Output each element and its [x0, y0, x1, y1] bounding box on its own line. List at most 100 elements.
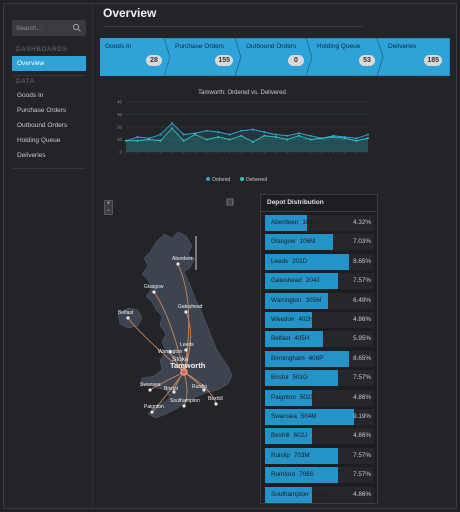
depot-row[interactable]: Aberdeen 101C 4.32% [265, 215, 374, 231]
city-marker-bexhill[interactable] [214, 402, 218, 406]
chart-point-delivered[interactable] [367, 137, 369, 140]
city-marker-belfast[interactable] [126, 316, 130, 320]
kpi-goods-in[interactable]: Goods In 28 [100, 38, 170, 76]
depot-row-code: 402H [298, 316, 314, 323]
kpi-holding-queue[interactable]: Holding Queue 53 [312, 38, 383, 76]
sidebar-item-overview[interactable]: Overview [12, 56, 86, 71]
chart-point-delivered[interactable] [148, 138, 151, 141]
city-marker-gateshead[interactable] [184, 310, 188, 314]
chart-point-ordered[interactable] [274, 133, 277, 136]
depot-row-name: Warrington [271, 296, 302, 304]
sidebar-divider [12, 168, 86, 169]
chart-point-delivered[interactable] [194, 133, 197, 136]
chart-point-ordered[interactable] [228, 133, 231, 136]
hub-label-tamworth: Tamworth [170, 361, 206, 370]
kpi-value: 0 [288, 55, 304, 66]
depot-row[interactable]: Bristol 501G 7.57% [265, 370, 374, 387]
chart-point-delivered[interactable] [205, 138, 208, 141]
depot-row[interactable]: Paignton 502X 4.86% [265, 389, 374, 406]
chart-point-delivered[interactable] [274, 136, 277, 138]
kpi-purchase-orders[interactable]: Purchase Orders 155 [170, 38, 241, 76]
sidebar-item-purchase-orders[interactable]: Purchase Orders [12, 103, 86, 118]
depot-row[interactable]: Warrington 305M 6.49% [265, 292, 374, 309]
depot-row[interactable]: Southampton 908B 4.86% [265, 486, 374, 503]
legend-label-delivered[interactable]: Delivered [246, 177, 267, 183]
map-canvas[interactable]: Aberdeen Glasgow Gateshead Belfast Leeds… [100, 194, 250, 432]
depot-row[interactable]: Romford 706S 7.57% [265, 467, 374, 484]
chart-point-ordered[interactable] [297, 132, 300, 135]
chart-point-ordered[interactable] [159, 133, 162, 136]
legend-label-ordered[interactable]: Ordered [212, 177, 231, 183]
search-icon[interactable] [72, 23, 82, 33]
chart-point-delivered[interactable] [263, 134, 266, 137]
map-zoom-control[interactable]: + − [104, 200, 113, 215]
chart-point-ordered[interactable] [182, 133, 185, 136]
chart-point-delivered[interactable] [309, 138, 312, 141]
kpi-outbound-orders[interactable]: Outbound Orders 0 [241, 38, 312, 76]
depot-row-code: 201D [292, 257, 308, 265]
depot-row[interactable]: Weedon 402H 4.86% [265, 312, 374, 328]
chart-point-delivered[interactable] [286, 138, 289, 141]
depot-row-code: 908B [312, 490, 328, 498]
sidebar-item-goods-in[interactable]: Goods In [12, 88, 86, 103]
chart-point-delivered[interactable] [159, 139, 162, 142]
chart-point-delivered[interactable] [332, 136, 335, 138]
zoom-out-icon[interactable]: − [105, 208, 112, 215]
depot-row-percent: 4.32% [353, 219, 371, 226]
chart-point-ordered[interactable] [263, 131, 266, 133]
depot-row[interactable]: Belfast 405H 5.95% [265, 331, 374, 348]
chart-point-ordered[interactable] [205, 129, 208, 132]
chart-point-delivered[interactable] [251, 141, 254, 143]
chart-point-delivered[interactable] [297, 134, 300, 137]
depot-row[interactable]: Ruislip 703M 7.57% [265, 447, 374, 464]
chart-point-delivered[interactable] [182, 139, 185, 142]
depot-row[interactable]: Gateshead 204J 7.57% [265, 273, 374, 290]
chart-point-ordered[interactable] [355, 137, 358, 140]
chart-point-delivered[interactable] [320, 137, 323, 140]
city-marker-southampton[interactable] [182, 404, 186, 408]
depot-distribution-panel: Depot Distribution Aberdeen 101C 4.32% Glas… [260, 194, 378, 504]
chart-point-ordered[interactable] [286, 134, 289, 137]
chart-point-ordered[interactable] [240, 129, 243, 132]
city-label-leeds: Leeds [180, 342, 194, 348]
depot-row-percent: 4.86% [353, 432, 371, 440]
chart-point-ordered[interactable] [136, 136, 139, 138]
sidebar-item-outbound-orders[interactable]: Outbound Orders [12, 118, 86, 133]
chart-point-delivered[interactable] [125, 139, 127, 142]
chart-point-ordered[interactable] [309, 134, 312, 137]
city-marker-aberdeen[interactable] [176, 262, 180, 266]
depot-row[interactable]: Swansea 504M 9.19% [265, 409, 374, 425]
chart-point-delivered[interactable] [343, 137, 346, 140]
search-box[interactable] [12, 20, 86, 36]
city-marker-swansea[interactable] [148, 388, 152, 392]
kpi-deliveries[interactable]: Deliveries 185 [383, 38, 450, 76]
uk-depot-map[interactable]: Aberdeen Glasgow Gateshead Belfast Leeds… [100, 194, 250, 432]
chart-point-delivered[interactable] [171, 127, 174, 130]
city-marker-glasgow[interactable] [152, 290, 156, 294]
depot-row[interactable]: Glasgow 106M 7.03% [265, 234, 374, 251]
depot-row[interactable]: Birmingham 406P 8.65% [265, 350, 374, 367]
chart-point-delivered[interactable] [355, 139, 358, 142]
depot-row[interactable]: Leeds 201D 8.65% [265, 253, 374, 270]
chart-point-ordered[interactable] [217, 131, 220, 133]
city-label-aberdeen: Aberdeen [172, 256, 194, 262]
chart-point-delivered[interactable] [217, 136, 220, 138]
chart-point-ordered[interactable] [171, 122, 174, 125]
chart-point-ordered[interactable] [251, 128, 254, 131]
sidebar-item-holding-queue[interactable]: Holding Queue [12, 133, 86, 148]
depot-row-name: Aberdeen [271, 219, 299, 226]
city-label-bristol: Bristol [164, 386, 178, 392]
chart-point-ordered[interactable] [367, 133, 369, 136]
map-layers-icon[interactable] [226, 198, 234, 206]
depot-row-name: Paignton [271, 393, 296, 401]
sidebar-item-deliveries[interactable]: Deliveries [12, 148, 86, 163]
chart-point-delivered[interactable] [136, 139, 139, 142]
zoom-in-icon[interactable]: + [105, 201, 112, 208]
city-marker-paignton[interactable] [150, 410, 154, 414]
chart-point-delivered[interactable] [240, 134, 243, 137]
depot-row-percent: 4.86% [353, 316, 371, 323]
search-input[interactable] [16, 22, 72, 34]
city-marker-leeds[interactable] [184, 348, 188, 352]
depot-row[interactable]: Bexhill 602J 4.86% [265, 428, 374, 445]
chart-point-delivered[interactable] [228, 138, 231, 141]
